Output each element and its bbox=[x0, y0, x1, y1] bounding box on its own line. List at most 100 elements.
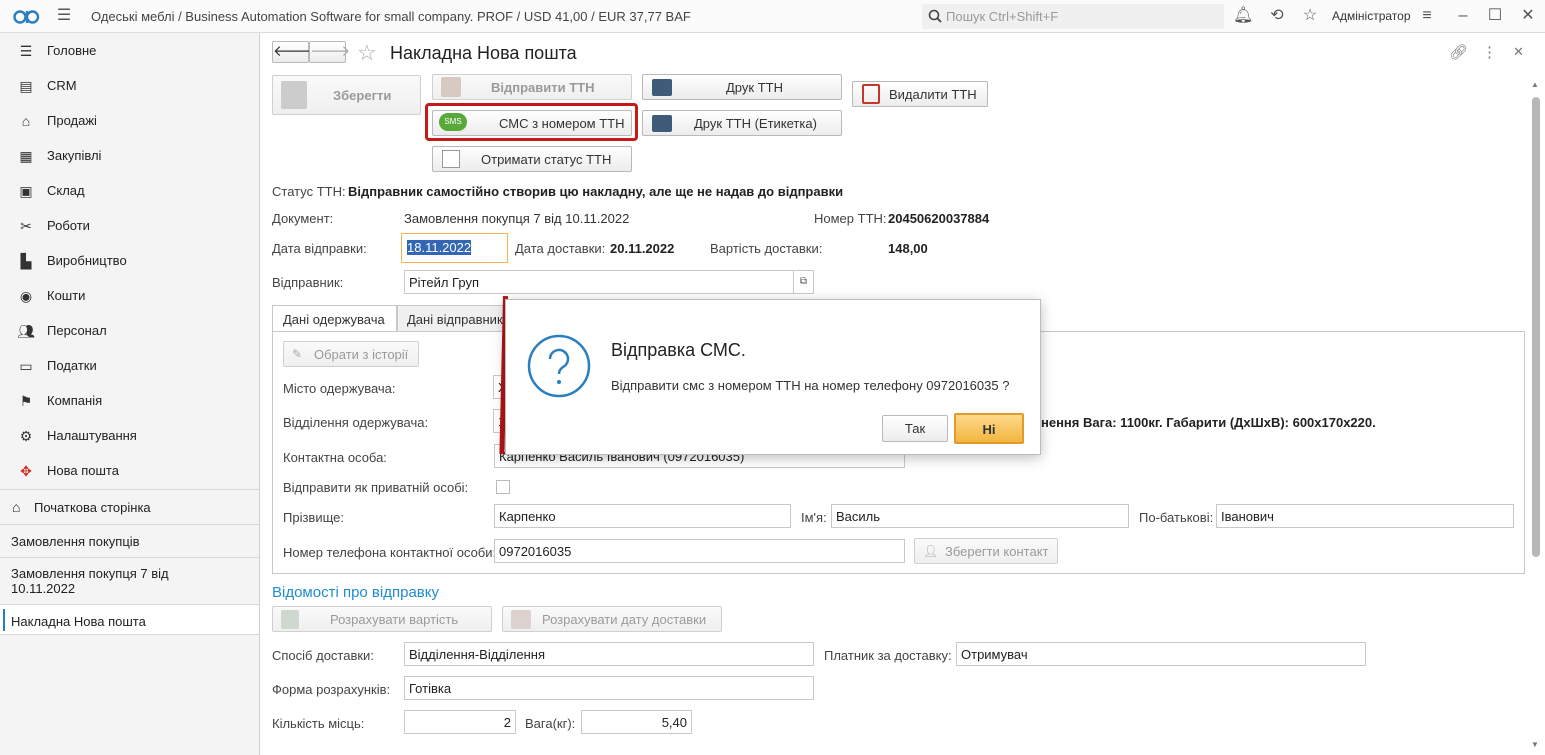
favorite-star-icon[interactable]: ☆ bbox=[357, 40, 377, 66]
sender-input[interactable]: Рітейл Груп bbox=[404, 270, 794, 294]
search-input[interactable]: Пошук Ctrl+Shift+F bbox=[922, 4, 1224, 29]
app-logo-icon[interactable] bbox=[13, 8, 43, 25]
get-status-button[interactable]: Отримати статус ТТН bbox=[432, 146, 632, 172]
sidebar-item-crm[interactable]: ▤ CRM bbox=[0, 68, 259, 103]
person-icon: 👤︎ bbox=[923, 544, 939, 558]
sms-icon: SMS bbox=[439, 113, 467, 131]
payer-label: Платник за доставку: bbox=[824, 648, 952, 663]
name-input[interactable]: Василь bbox=[831, 504, 1129, 528]
more-menu-icon[interactable]: ⋮ bbox=[1482, 43, 1497, 61]
send-date-value: 18.11.2022 bbox=[407, 240, 472, 255]
purchases-icon: ▦ bbox=[19, 148, 33, 164]
sidebar-item-production[interactable]: ▙ Виробництво bbox=[0, 243, 259, 278]
ttn-number-value: 20450620037884 bbox=[888, 211, 990, 226]
history-button[interactable]: ✎ Обрати з історії bbox=[283, 341, 419, 367]
minimize-icon[interactable]: – bbox=[1453, 6, 1473, 26]
open-sender-icon[interactable]: ⧉ bbox=[794, 270, 814, 294]
basket-icon: ⌂ bbox=[21, 113, 31, 129]
printer-icon bbox=[652, 115, 672, 132]
sidebar: ☰ Головне ▤ CRM ⌂ Продажі ▦ Закупівлі ▣ Склад… bbox=[0, 33, 260, 755]
surname-input[interactable]: Карпенко bbox=[494, 504, 791, 528]
delivery-cost-value: 148,00 bbox=[888, 241, 928, 256]
link-icon[interactable]: 🔗︎ bbox=[1449, 43, 1468, 61]
private-person-checkbox[interactable] bbox=[496, 480, 510, 494]
private-person-label: Відправити як приватній особі: bbox=[283, 480, 469, 495]
document-link[interactable]: Замовлення покупця 7 від 10.11.2022 bbox=[404, 211, 629, 226]
payer-input[interactable]: Отримувач bbox=[956, 642, 1366, 666]
sidebar-item-settings[interactable]: ⚙ Налаштування bbox=[0, 418, 259, 453]
no-button[interactable]: Ні bbox=[954, 413, 1024, 444]
sidebar-item-sales[interactable]: ⌂ Продажі bbox=[0, 103, 259, 138]
star-icon[interactable]: ☆ bbox=[1300, 6, 1320, 26]
status-label: Статус ТТН: bbox=[272, 184, 346, 199]
payment-form-input[interactable]: Готівка bbox=[404, 676, 814, 700]
top-bar: ☰ Одеські меблі / Business Automation So… bbox=[0, 0, 1545, 33]
user-name[interactable]: Адміністратор bbox=[1332, 9, 1411, 23]
sidebar-item-money[interactable]: ◉ Кошти bbox=[0, 278, 259, 313]
open-window-order-7[interactable]: Замовлення покупця 7 від 10.11.2022 bbox=[0, 557, 259, 604]
box-icon bbox=[441, 77, 461, 97]
delivery-cost-label: Вартість доставки: bbox=[710, 241, 823, 256]
save-button[interactable]: Зберегти bbox=[272, 75, 421, 115]
yes-button[interactable]: Так bbox=[882, 415, 948, 442]
nova-poshta-icon: ✥ bbox=[20, 463, 32, 479]
patronymic-input[interactable]: Іванович bbox=[1216, 504, 1514, 528]
save-contact-button[interactable]: 👤︎ Зберегти контакт bbox=[914, 538, 1058, 564]
print-label-button[interactable]: Друк ТТН (Етикетка) bbox=[642, 110, 842, 136]
maximize-icon[interactable]: ☐ bbox=[1485, 6, 1505, 26]
sidebar-item-works[interactable]: ✂ Роботи bbox=[0, 208, 259, 243]
tab-sender[interactable]: Дані відправник bbox=[397, 305, 507, 332]
open-window-orders[interactable]: Замовлення покупців bbox=[0, 524, 259, 557]
calc-cost-button[interactable]: Розрахувати вартість bbox=[272, 606, 492, 632]
floppy-icon bbox=[281, 81, 307, 109]
sidebar-item-taxes[interactable]: ▭ Податки bbox=[0, 348, 259, 383]
print-label-label: Друк ТТН (Етикетка) bbox=[694, 116, 817, 131]
sidebar-item-label: Закупівлі bbox=[47, 148, 102, 163]
status-value: Відправник самостійно створив цю накладн… bbox=[348, 184, 844, 199]
phone-input[interactable]: 0972016035 bbox=[494, 539, 905, 563]
hamburger-menu-icon[interactable]: ☰ bbox=[54, 6, 74, 26]
send-date-label: Дата відправки: bbox=[272, 241, 367, 256]
open-window-invoice-active[interactable]: Накладна Нова пошта bbox=[0, 604, 259, 635]
calendar-icon bbox=[511, 610, 531, 629]
settings-menu-icon[interactable]: ≡ bbox=[1417, 6, 1437, 26]
home-icon: ⌂ bbox=[12, 499, 21, 515]
sidebar-item-purchases[interactable]: ▦ Закупівлі bbox=[0, 138, 259, 173]
sidebar-item-main[interactable]: ☰ Головне bbox=[0, 33, 259, 68]
weight-input[interactable]: 5,40 bbox=[581, 710, 692, 734]
tab-recipient[interactable]: Дані одержувача bbox=[272, 305, 397, 332]
open-window-home[interactable]: ⌂ Початкова сторінка bbox=[0, 489, 259, 524]
get-status-label: Отримати статус ТТН bbox=[481, 152, 612, 167]
history-icon[interactable]: ⟲ bbox=[1267, 6, 1287, 26]
sidebar-item-label: Виробництво bbox=[47, 253, 127, 268]
back-button[interactable]: 🡐 bbox=[272, 41, 313, 63]
close-window-icon[interactable]: ✕ bbox=[1518, 6, 1538, 26]
search-icon bbox=[928, 9, 942, 23]
sms-ttn-button[interactable]: SMS СМС з номером ТТН bbox=[432, 110, 632, 136]
sidebar-item-personnel[interactable]: 👥︎ Персонал bbox=[0, 313, 259, 348]
ttn-number-label: Номер ТТН: bbox=[814, 211, 887, 226]
warehouse-icon: ▣ bbox=[19, 183, 33, 199]
calc-date-button[interactable]: Розрахувати дату доставки bbox=[502, 606, 722, 632]
sidebar-item-nova-poshta[interactable]: ✥ Нова пошта bbox=[0, 453, 259, 488]
print-ttn-button[interactable]: Друк ТТН bbox=[642, 74, 842, 100]
sidebar-item-company[interactable]: ⚑ Компанія bbox=[0, 383, 259, 418]
scroll-up-icon[interactable]: ▲ bbox=[1531, 80, 1539, 89]
forward-button[interactable]: 🡒 bbox=[309, 41, 350, 63]
scroll-down-icon[interactable]: ▼ bbox=[1531, 740, 1539, 749]
vertical-scrollbar[interactable] bbox=[1532, 97, 1540, 557]
send-date-input[interactable]: 18.11.2022 bbox=[401, 233, 508, 263]
close-form-icon[interactable]: ✕ bbox=[1513, 44, 1524, 60]
delivery-method-input[interactable]: Відділення-Відділення bbox=[404, 642, 814, 666]
send-ttn-button[interactable]: Відправити ТТН bbox=[432, 74, 632, 100]
open-window-label: Замовлення покупців bbox=[11, 534, 140, 549]
sidebar-item-label: Налаштування bbox=[47, 428, 137, 443]
delete-ttn-button[interactable]: Видалити ТТН bbox=[852, 81, 988, 107]
sidebar-item-warehouse[interactable]: ▣ Склад bbox=[0, 173, 259, 208]
delivery-date-value: 20.11.2022 bbox=[610, 241, 675, 256]
sidebar-item-label: Кошти bbox=[47, 288, 86, 303]
bell-icon[interactable]: 🔔︎ bbox=[1233, 6, 1253, 26]
dialog-title: Відправка СМС. bbox=[611, 340, 746, 360]
sidebar-item-label: Продажі bbox=[47, 113, 97, 128]
places-input[interactable]: 2 bbox=[404, 710, 516, 734]
